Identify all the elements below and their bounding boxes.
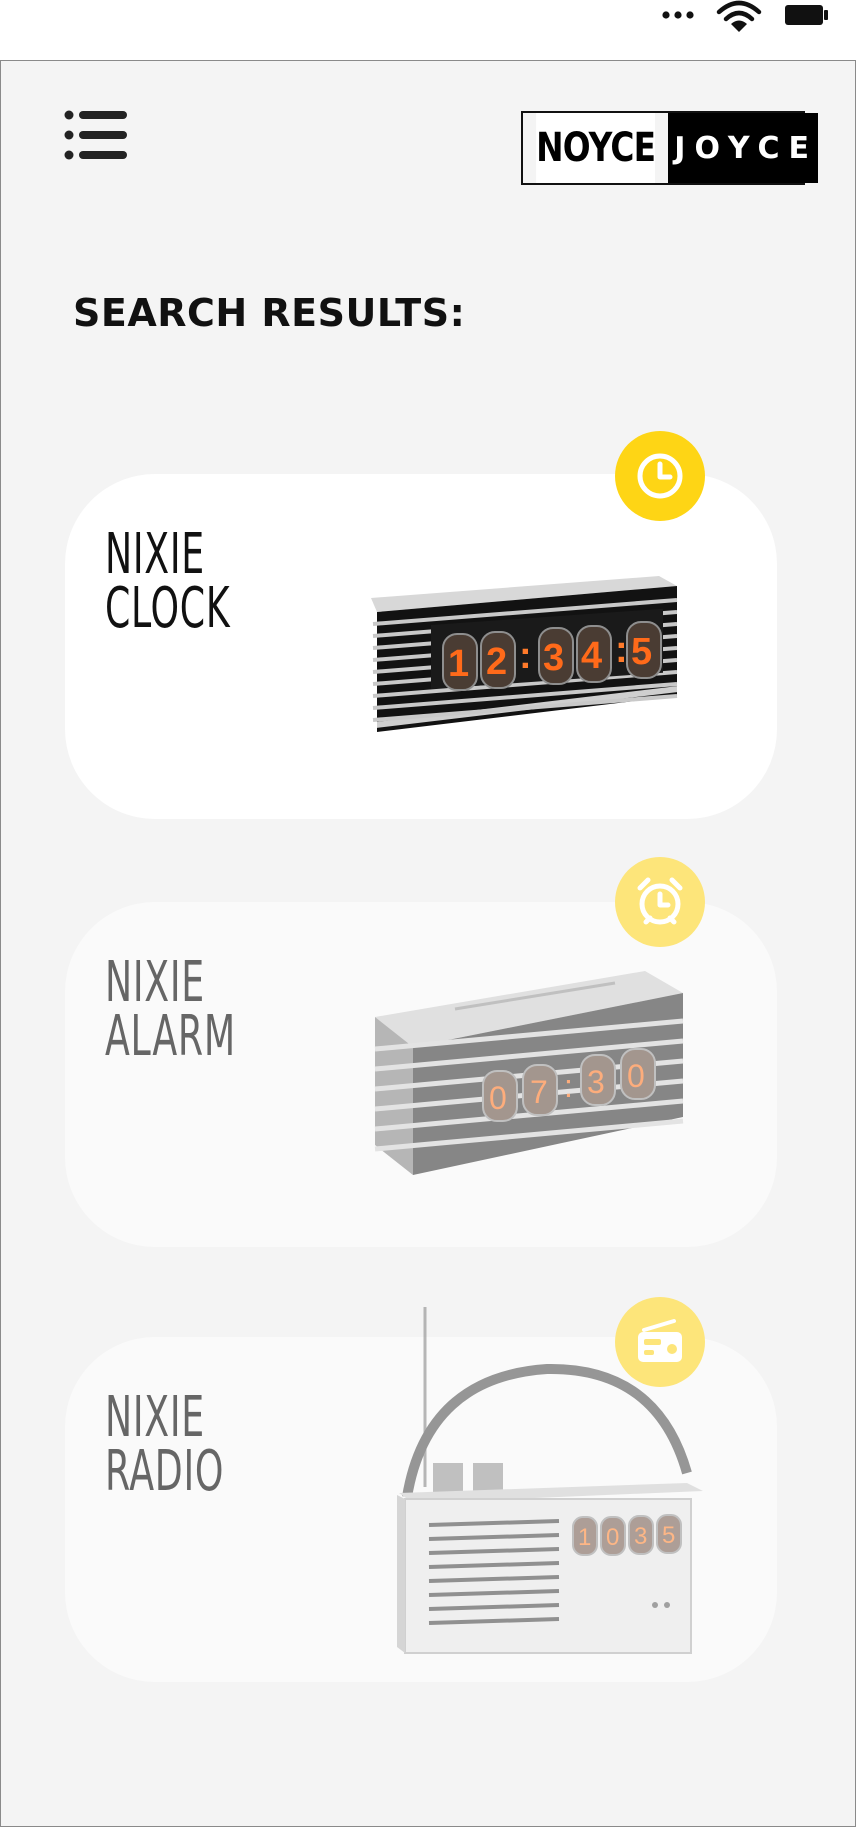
nixie-alarm-image: 07 : 30 <box>374 971 684 1175</box>
alarm-badge[interactable] <box>615 857 705 947</box>
brand-logo-right: JOYCE <box>668 113 819 183</box>
svg-text:5: 5 <box>631 631 652 673</box>
page-title: SEARCH RESULTS: <box>73 291 466 335</box>
result-title: NIXIE RADIO <box>105 1385 225 1504</box>
svg-text:0: 0 <box>489 1080 507 1116</box>
result-title: NIXIE CLOCK <box>105 522 231 641</box>
result-title: NIXIE ALARM <box>105 950 236 1069</box>
alarm-clock-icon <box>637 877 683 925</box>
svg-text:4: 4 <box>581 635 602 677</box>
svg-text:3: 3 <box>543 637 564 679</box>
svg-text:5: 5 <box>662 1522 675 1549</box>
svg-text:0: 0 <box>627 1058 645 1094</box>
menu-button[interactable] <box>63 109 129 167</box>
svg-text::: : <box>519 635 532 677</box>
wifi-icon <box>716 0 762 32</box>
svg-text:2: 2 <box>486 641 507 683</box>
status-bar <box>0 0 856 60</box>
result-card-nixie-radio[interactable]: NIXIE RADIO 1 0 3 5 <box>65 1307 777 1682</box>
svg-text:1: 1 <box>578 1524 591 1551</box>
svg-text:0: 0 <box>606 1524 619 1551</box>
svg-text:3: 3 <box>587 1064 605 1100</box>
brand-logo-left: NOYCE <box>536 113 656 183</box>
list-menu-icon <box>64 110 127 160</box>
svg-text:3: 3 <box>634 1523 647 1550</box>
radio-icon <box>638 1319 682 1362</box>
result-card-nixie-alarm[interactable]: NIXIE ALARM 07 : 3 0 <box>65 902 777 1247</box>
svg-text:7: 7 <box>530 1074 548 1110</box>
clock-badge[interactable] <box>615 431 705 521</box>
app-screen: NOYCE JOYCE SEARCH RESULTS: NIXIE CLOCK <box>0 60 856 1827</box>
svg-text::: : <box>564 1068 573 1104</box>
nixie-clock-image: 12 : 34 : 5 <box>371 576 678 732</box>
ellipsis-icon <box>662 11 694 19</box>
svg-text::: : <box>615 629 628 671</box>
brand-logo[interactable]: NOYCE JOYCE <box>521 111 819 185</box>
clock-icon <box>637 453 683 499</box>
radio-badge[interactable] <box>615 1297 705 1387</box>
svg-text:1: 1 <box>448 643 469 685</box>
result-card-nixie-clock[interactable]: NIXIE CLOCK 1 2: 3 4: 5 <box>65 474 777 819</box>
battery-icon <box>785 5 828 25</box>
